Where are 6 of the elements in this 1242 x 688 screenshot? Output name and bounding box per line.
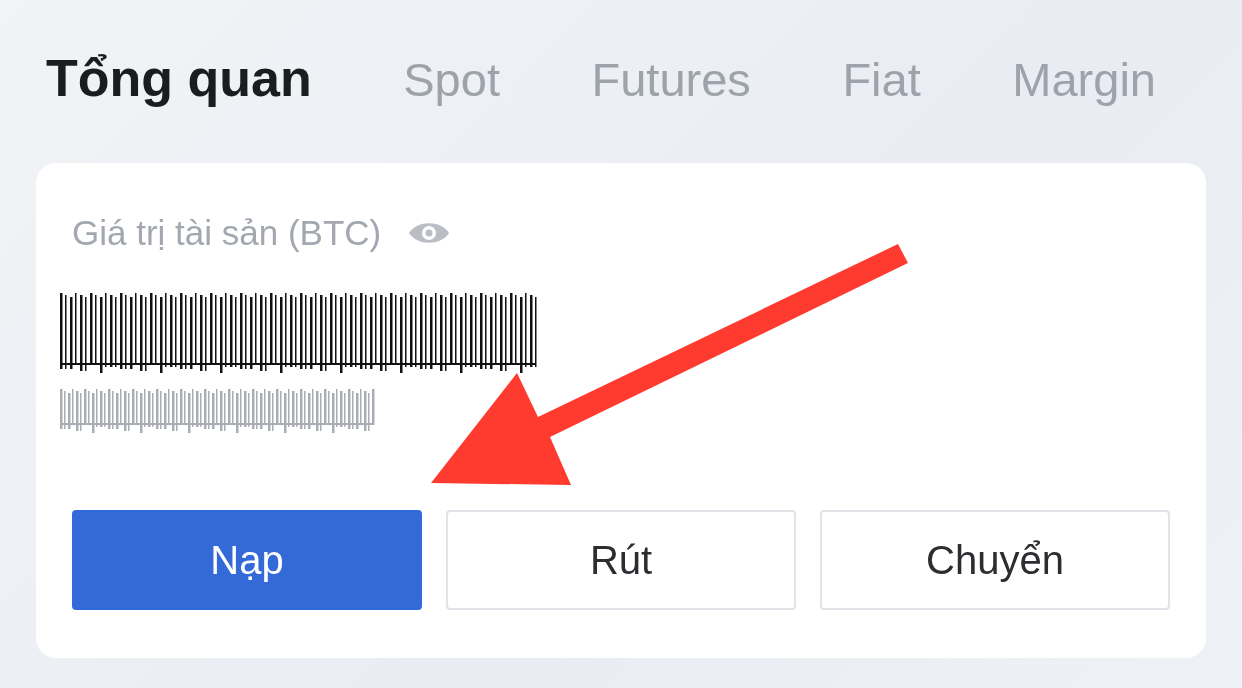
eye-icon[interactable]: [409, 220, 450, 246]
action-button[interactable]: Rút: [446, 510, 796, 610]
tab[interactable]: Tổng quan: [46, 40, 312, 116]
deposit-button[interactable]: Nạp: [72, 510, 422, 610]
asset-value-label: Giá trị tài sản (BTC): [72, 213, 382, 253]
action-button[interactable]: Chuyển: [820, 510, 1170, 610]
